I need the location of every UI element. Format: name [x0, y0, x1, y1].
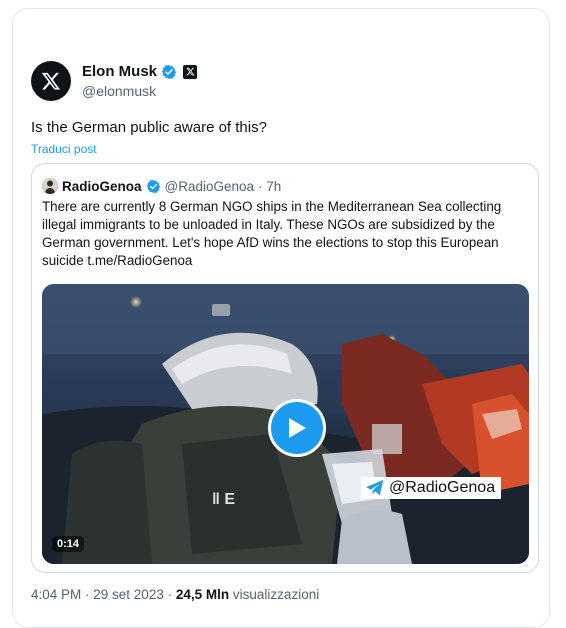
video-duration: 0:14	[52, 536, 85, 552]
x-badge-icon	[183, 64, 198, 79]
avatar[interactable]	[31, 61, 71, 101]
views-label: visualizzazioni	[232, 587, 320, 602]
play-button[interactable]	[268, 399, 326, 457]
post-text: Is the German public aware of this?	[31, 119, 267, 136]
svg-text:‖ E: ‖ E	[212, 491, 235, 508]
verified-badge-icon	[161, 64, 177, 79]
tweet-card: Elon Musk @elonmusk Is the German public…	[12, 8, 550, 628]
quoted-author-handle[interactable]: @RadioGenoa	[165, 179, 255, 194]
video-player[interactable]: ‖ E @RadioGenoa 0:14	[42, 284, 529, 564]
views-count: 24,5 Mln	[175, 587, 230, 602]
quoted-post-time: · 7h	[258, 178, 282, 194]
person-silhouette-icon	[42, 178, 58, 194]
quoted-post-header: RadioGenoa @RadioGenoa · 7h	[42, 178, 281, 194]
author-row: Elon Musk	[82, 63, 198, 80]
video-watermark: @RadioGenoa	[361, 477, 502, 499]
author-name[interactable]: Elon Musk	[82, 63, 157, 80]
translate-link[interactable]: Traduci post	[31, 142, 97, 156]
play-icon	[289, 418, 306, 438]
quoted-author-name[interactable]: RadioGenoa	[62, 179, 142, 194]
meta-separator: ·	[167, 587, 173, 602]
quoted-post-text: There are currently 8 German NGO ships i…	[42, 199, 502, 268]
watermark-text: @RadioGenoa	[389, 479, 496, 496]
author-handle[interactable]: @elonmusk	[82, 83, 156, 99]
quoted-avatar	[42, 178, 58, 194]
x-logo-icon	[41, 72, 61, 90]
telegram-icon	[366, 479, 384, 496]
post-timestamp[interactable]: 4:04 PM · 29 set 2023	[31, 587, 164, 602]
verified-badge-icon	[146, 179, 160, 193]
post-meta: 4:04 PM · 29 set 2023 · 24,5 Mln visuali…	[31, 587, 319, 602]
quoted-post[interactable]: RadioGenoa @RadioGenoa · 7h There are cu…	[31, 163, 539, 573]
